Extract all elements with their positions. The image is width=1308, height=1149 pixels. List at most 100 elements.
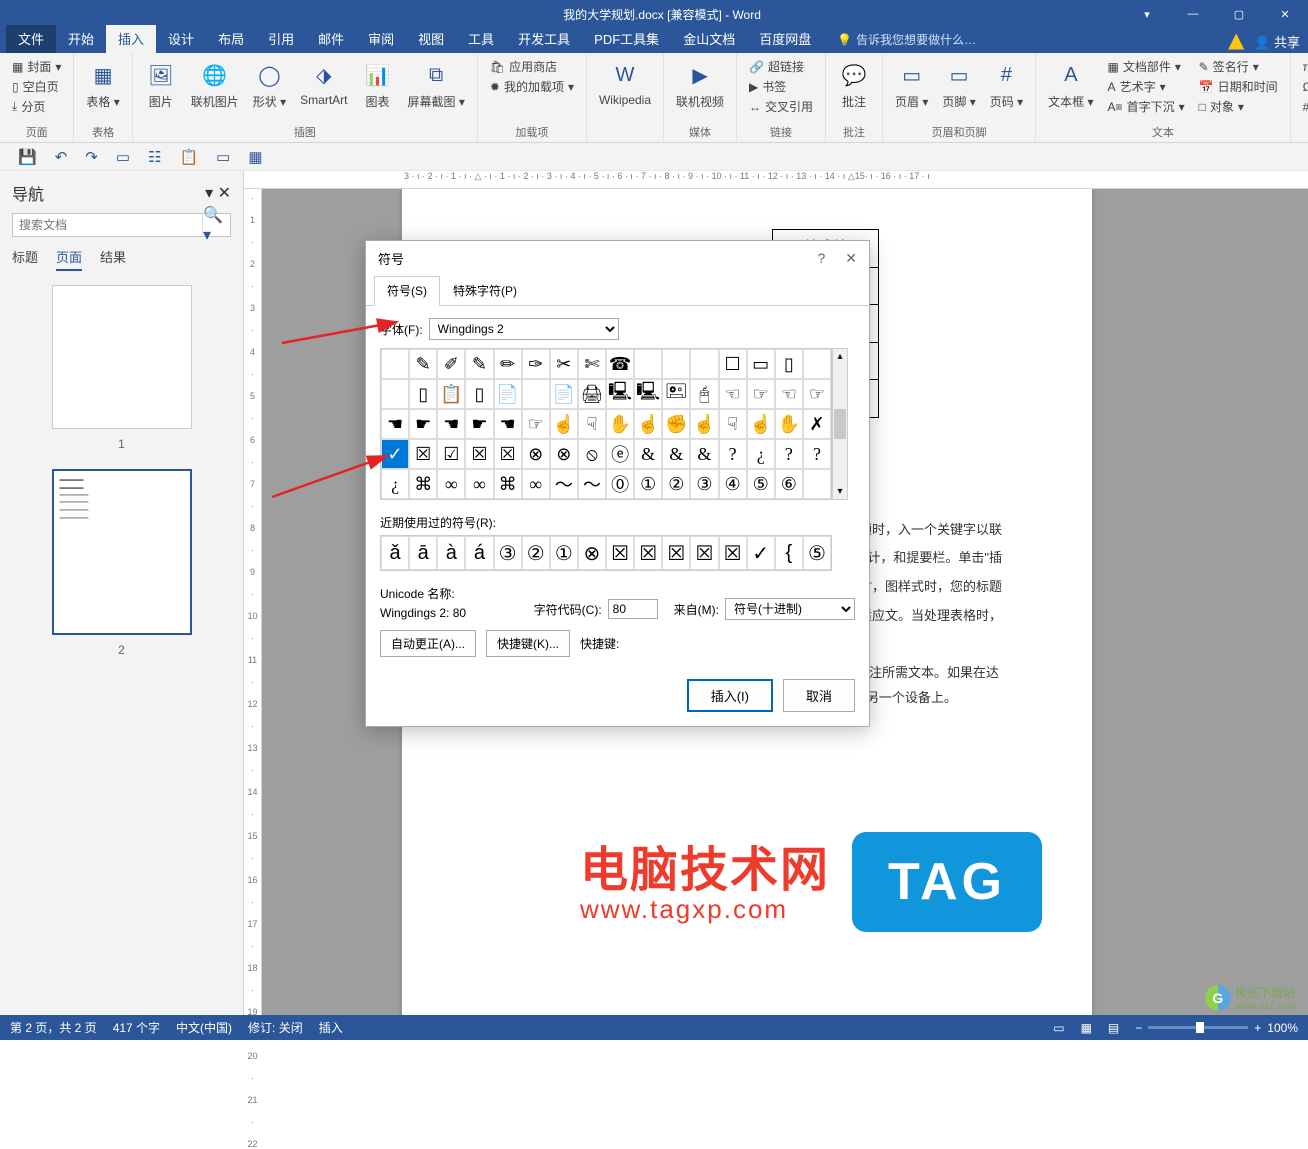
page-break-button[interactable]: ⤓ 分页 — [8, 97, 65, 116]
status-page[interactable]: 第 2 页，共 2 页 — [10, 1019, 97, 1036]
dialog-tab-special[interactable]: 特殊字符(P) — [440, 276, 530, 305]
tab-insert[interactable]: 插入 — [106, 25, 156, 53]
tab-baidu[interactable]: 百度网盘 — [747, 25, 823, 53]
symbol-cell[interactable]: ⦸ — [578, 439, 606, 469]
file-tab[interactable]: 文件 — [6, 25, 56, 53]
symbol-cell[interactable]: ☛ — [409, 409, 437, 439]
symbol-cell[interactable]: 📋 — [437, 379, 465, 409]
recent-symbol-cell[interactable]: ☒ — [690, 536, 718, 570]
symbol-cell[interactable] — [803, 349, 831, 379]
recent-symbol-cell[interactable]: ☒ — [719, 536, 747, 570]
symbol-cell[interactable]: ▯ — [409, 379, 437, 409]
view-print-icon[interactable]: ▦ — [1081, 1021, 1092, 1035]
symbol-cell[interactable]: ☟ — [719, 409, 747, 439]
warning-icon[interactable] — [1228, 34, 1244, 50]
symbol-cell[interactable]: ✋ — [775, 409, 803, 439]
recent-symbol-cell[interactable]: { — [775, 536, 803, 570]
cover-page-button[interactable]: ▦ 封面 ▾ — [8, 57, 65, 76]
dialog-close-icon[interactable]: ✕ — [845, 250, 857, 267]
tab-view[interactable]: 视图 — [406, 25, 456, 53]
symbol-cell[interactable]: ④ — [719, 469, 747, 499]
symbol-cell[interactable]: ☑ — [437, 439, 465, 469]
symbol-cell[interactable]: ∞ — [437, 469, 465, 499]
qat-icon[interactable]: ▭ — [216, 148, 230, 166]
tab-references[interactable]: 引用 — [256, 25, 306, 53]
footer-button[interactable]: ▭页脚 ▾ — [938, 57, 979, 112]
cancel-button[interactable]: 取消 — [783, 679, 855, 712]
nav-tab-results[interactable]: 结果 — [100, 247, 126, 271]
symbol-cell[interactable]: ∞ — [465, 469, 493, 499]
symbol-cell[interactable]: & — [662, 439, 690, 469]
close-button[interactable]: ✕ — [1262, 0, 1308, 28]
symbol-cell[interactable]: 📄 — [550, 379, 578, 409]
symbol-cell[interactable]: ? — [803, 439, 831, 469]
symbol-cell[interactable]: ☐ — [719, 349, 747, 379]
dialog-help-icon[interactable]: ? — [817, 250, 825, 267]
shapes-button[interactable]: ◯形状 ▾ — [249, 57, 290, 112]
symbol-cell[interactable]: ✄ — [578, 349, 606, 379]
recent-symbol-cell[interactable]: ☒ — [606, 536, 634, 570]
symbol-cell[interactable]: ☝ — [634, 409, 662, 439]
smartart-button[interactable]: ⬗SmartArt — [296, 57, 351, 109]
status-words[interactable]: 417 个字 — [113, 1019, 160, 1036]
symbol-cell[interactable]: ☟ — [578, 409, 606, 439]
symbol-cell[interactable]: ☚ — [494, 409, 522, 439]
symbol-cell[interactable]: 🖰 — [690, 379, 718, 409]
symbol-cell[interactable]: ✂ — [550, 349, 578, 379]
zoom-slider[interactable] — [1148, 1026, 1248, 1029]
symbol-cell[interactable]: 🖳 — [634, 379, 662, 409]
pagenumber-button[interactable]: #页码 ▾ — [986, 57, 1027, 112]
symbol-cell[interactable]: 🖳 — [606, 379, 634, 409]
page-thumbnail-2[interactable]: ▬▬▬▬▬▬▬▬━━━━━━━━━━━━━━━━━━━━━━━━━━━━━━━━ — [52, 469, 192, 635]
symbol-cell[interactable]: ☝ — [690, 409, 718, 439]
recent-symbol-cell[interactable]: ② — [522, 536, 550, 570]
search-input[interactable] — [13, 214, 202, 236]
symbol-cell[interactable] — [522, 379, 550, 409]
tab-pdf[interactable]: PDF工具集 — [582, 25, 671, 53]
ribbon-options-icon[interactable]: ▾ — [1124, 0, 1170, 28]
symbol-cell[interactable]: ✓ — [381, 439, 409, 469]
symbol-cell[interactable]: ☝ — [550, 409, 578, 439]
qat-icon[interactable]: 📋 — [179, 148, 198, 166]
hyperlink-button[interactable]: 🔗 超链接 — [745, 57, 817, 76]
recent-symbol-cell[interactable]: ā — [409, 536, 437, 570]
symbol-cell[interactable]: ¿ — [381, 469, 409, 499]
datetime-button[interactable]: 📅 日期和时间 — [1195, 77, 1282, 96]
tab-tools[interactable]: 工具 — [456, 25, 506, 53]
qat-icon[interactable]: ▦ — [248, 148, 262, 166]
tab-home[interactable]: 开始 — [56, 25, 106, 53]
recent-symbol-cell[interactable]: ③ — [494, 536, 522, 570]
symbol-cell[interactable] — [803, 469, 831, 499]
maximize-button[interactable]: ▢ — [1216, 0, 1262, 28]
symbol-cell[interactable]: ✋ — [606, 409, 634, 439]
symbol-cell[interactable]: ▯ — [465, 379, 493, 409]
symbol-cell[interactable]: ✊ — [662, 409, 690, 439]
symbol-cell[interactable]: ～ — [550, 469, 578, 499]
symbol-cell[interactable]: ☝ — [747, 409, 775, 439]
from-select[interactable]: 符号(十进制) — [725, 598, 855, 620]
symbol-cell[interactable]: ☜ — [775, 379, 803, 409]
symbol-cell[interactable]: ⊗ — [550, 439, 578, 469]
symbol-cell[interactable]: ✎ — [409, 349, 437, 379]
tab-wps[interactable]: 金山文档 — [671, 25, 747, 53]
symbol-cell[interactable]: ☒ — [409, 439, 437, 469]
symbol-cell[interactable]: ? — [775, 439, 803, 469]
recent-symbol-cell[interactable]: ⊗ — [578, 536, 606, 570]
page-thumbnail-1[interactable] — [52, 285, 192, 429]
symbol-cell[interactable]: ☒ — [494, 439, 522, 469]
symbol-cell[interactable]: ✐ — [437, 349, 465, 379]
minimize-button[interactable]: — — [1170, 0, 1216, 28]
symbol-cell[interactable]: ☛ — [465, 409, 493, 439]
symbol-cell[interactable]: ✎ — [465, 349, 493, 379]
dialog-tab-symbols[interactable]: 符号(S) — [374, 276, 440, 306]
symbol-cell[interactable]: ¿ — [747, 439, 775, 469]
dropcap-button[interactable]: A≡ 首字下沉 ▾ — [1104, 97, 1189, 116]
symbol-cell[interactable]: ☞ — [522, 409, 550, 439]
status-track[interactable]: 修订: 关闭 — [248, 1019, 303, 1036]
status-mode[interactable]: 插入 — [319, 1019, 343, 1036]
symbol-cell[interactable]: ☚ — [381, 409, 409, 439]
crossref-button[interactable]: ↔ 交叉引用 — [745, 97, 817, 116]
quickparts-button[interactable]: ▦ 文档部件 ▾ — [1104, 57, 1189, 76]
view-read-icon[interactable]: ▭ — [1053, 1021, 1064, 1035]
wordart-button[interactable]: A 艺术字 ▾ — [1104, 77, 1189, 96]
